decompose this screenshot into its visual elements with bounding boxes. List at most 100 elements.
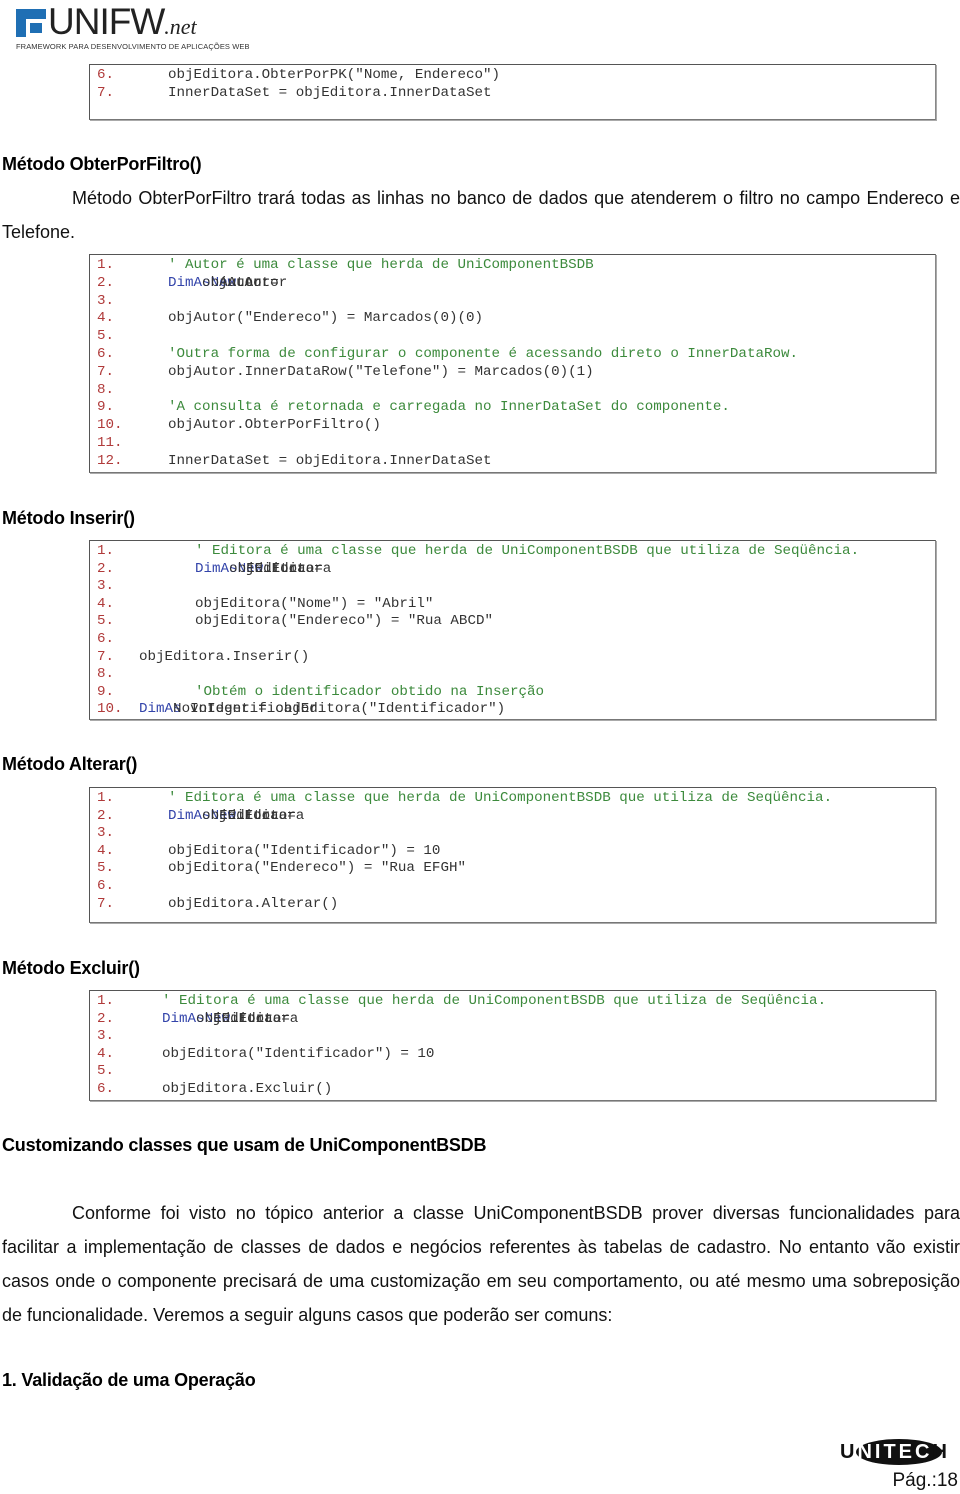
code-line: 10. objAutor.ObterPorFiltro() <box>90 416 935 434</box>
code-line: 5. <box>90 1062 935 1080</box>
code-line: 10. Dim NovoIdentificador As Integer = ob… <box>90 700 935 718</box>
code-text: 'Outra forma de configurar o componente … <box>168 345 798 363</box>
code-token: Editora <box>263 560 332 577</box>
code-token: objAutor.InnerDataRow("Telefone") = Marc… <box>168 363 594 380</box>
code-comment: 'Outra forma de configurar o componente … <box>168 346 799 362</box>
code-line: 6. <box>90 877 935 895</box>
code-text: ' Editora é uma classe que herda de UniC… <box>195 542 859 560</box>
code-token: objEditora.Excluir() <box>162 1081 333 1097</box>
code-line: 12. InnerDataSet = objEditora.InnerDataSe… <box>90 452 935 470</box>
code-token: objEditora("Endereco") = "Rua ABCD" <box>195 613 493 630</box>
obterporfiltro-description: Método ObterPorFiltro trará todas as lin… <box>2 181 960 249</box>
code-line: 3. <box>90 577 935 595</box>
line-number: 4. <box>97 1045 115 1062</box>
code-text: ' Editora é uma classe que herda de UniC… <box>162 992 826 1010</box>
line-number: 2. <box>97 560 115 577</box>
code-line: 5. <box>90 327 935 345</box>
code-text: ' Editora é uma classe que herda de UniC… <box>168 789 832 807</box>
heading-obterporfiltro: Método ObterPorFiltro() <box>2 154 202 174</box>
code-line: 3. <box>90 824 935 842</box>
code-text: Dim objEditora As Editora = New Editora <box>168 807 304 825</box>
logo-tagline: FRAMEWORK PARA DESENVOLVIMENTO DE APLICA… <box>16 42 250 51</box>
line-number: 10. <box>97 417 123 434</box>
code-keyword: Dim <box>168 807 194 824</box>
code-text: 'A consulta é retornada e carregada no I… <box>168 398 730 416</box>
code-comment: 'Obtém o identificador obtido na Inserçã… <box>195 683 545 700</box>
code-text: Dim NovoIdentificador As Integer = objEd… <box>139 700 505 718</box>
code-text: Dim objEditora As Editora = New Editora <box>162 1010 298 1028</box>
line-number: 6. <box>97 878 115 894</box>
code-block-excluir: 1. ' Editora é uma classe que herda de Un… <box>89 990 936 1101</box>
code-token: InnerDataSet = objEditora.InnerDataSet <box>168 452 492 469</box>
code-comment: 'A consulta é retornada e carregada no I… <box>168 399 730 416</box>
unitech-logo: UNITECH <box>838 1437 960 1467</box>
code-line: 11. <box>90 434 935 452</box>
code-comment: ' Editora é uma classe que herda de UniC… <box>195 543 860 559</box>
code-keyword: Dim <box>139 701 165 718</box>
code-line: 5. objEditora("Endereco") = "Rua ABCD" <box>90 612 935 630</box>
code-token: Editora <box>230 1010 299 1027</box>
code-line: 7. InnerDataSet = objEditora.InnerDataSet <box>90 84 935 102</box>
line-number: 4. <box>97 842 115 859</box>
code-keyword: Dim <box>162 1010 188 1027</box>
unifw-logo-mark-icon <box>16 9 46 37</box>
line-number: 5. <box>97 1063 115 1080</box>
line-number: 1. <box>97 257 115 273</box>
code-line: 2. Dim objEditora As Editora = New Editor… <box>90 560 935 578</box>
code-line: 5. objEditora("Endereco") = "Rua EFGH" <box>90 859 935 877</box>
code-line: 1. ' Editora é uma classe que herda de Un… <box>90 789 935 807</box>
paragraph-text: Conforme foi visto no tópico anterior a … <box>2 1203 960 1325</box>
code-line: 9. 'A consulta é retornada e carregada no… <box>90 398 935 416</box>
code-token: objEditora.ObterPorPK("Nome, Endereco") <box>168 67 501 83</box>
code-token: objEditora.Inserir() <box>139 648 310 665</box>
line-number: 7. <box>97 84 115 101</box>
page-number: Pág.:18 <box>892 1470 959 1491</box>
code-token: Autor <box>236 274 288 291</box>
heading-validacao: 1. Validação de uma Operação <box>2 1370 256 1390</box>
code-text: ' Autor é uma classe que herda de UniCom… <box>168 256 594 274</box>
code-token: objAutor("Endereco") = Marcados(0)(0) <box>168 310 484 327</box>
code-line: 3. <box>90 292 935 310</box>
code-line: 4. objAutor("Endereco") = Marcados(0)(0) <box>90 309 935 327</box>
code-line: 2. Dim objEditora As Editora = New Editor… <box>90 807 935 825</box>
customizando-paragraph: Conforme foi visto no tópico anterior a … <box>2 1196 960 1332</box>
code-line: 7. objEditora.Inserir() <box>90 648 935 666</box>
line-number: 2. <box>97 1010 115 1027</box>
code-line: 4. objEditora("Nome") = "Abril" <box>90 595 935 613</box>
line-number: 6. <box>97 1081 115 1097</box>
logo-word: UNIFW <box>48 1 165 42</box>
code-line: 1. ' Autor é uma classe que herda de UniC… <box>90 256 935 274</box>
line-number: 1. <box>97 993 115 1009</box>
code-token: InnerDataSet = objEditora.InnerDataSet <box>168 84 492 101</box>
line-number: 5. <box>97 860 115 877</box>
line-number: 3. <box>97 292 115 309</box>
code-token: objEditora("Endereco") = "Rua EFGH" <box>168 860 466 877</box>
logo-wordmark: UNIFW.net <box>48 2 197 47</box>
line-number: 7. <box>97 363 115 380</box>
line-number: 9. <box>97 683 115 700</box>
description-text: Método ObterPorFiltro trará todas as lin… <box>2 188 960 242</box>
line-number: 7. <box>97 895 115 912</box>
line-number: 4. <box>97 595 115 612</box>
unitech-logo-text: UNITECH <box>840 1441 950 1463</box>
code-keyword: Dim <box>195 560 221 577</box>
code-token: objEditora("Identificador") = 10 <box>162 1045 435 1062</box>
code-line: 9. 'Obtém o identificador obtido na Inser… <box>90 683 935 701</box>
code-line: 4. objEditora("Identificador") = 10 <box>90 1045 935 1063</box>
heading-customizando: Customizando classes que usam de UniComp… <box>2 1135 487 1155</box>
code-line: 6. objEditora.ObterPorPK("Nome, Endereco"… <box>90 66 935 84</box>
code-text: Dim objAutor As Autor = New Autor <box>168 274 287 292</box>
line-number: 6. <box>97 346 115 362</box>
code-line: 6. objEditora.Excluir() <box>90 1080 935 1098</box>
code-text: 'Obtém o identificador obtido na Inserçã… <box>195 683 544 701</box>
code-line: 1. ' Editora é uma classe que herda de Un… <box>90 542 935 560</box>
code-comment: ' Autor é uma classe que herda de UniCom… <box>168 257 594 273</box>
code-token: Integer = objEditora("Identificador") <box>181 701 506 718</box>
code-token: objAutor.ObterPorFiltro() <box>168 417 381 434</box>
code-line: 7. objEditora.Alterar() <box>90 895 935 913</box>
code-text: Dim objEditora As Editora = New Editora <box>195 560 331 578</box>
code-line: 8. <box>90 665 935 683</box>
line-number: 8. <box>97 381 115 398</box>
line-number: 12. <box>97 452 123 469</box>
code-block-inserir: 1. ' Editora é uma classe que herda de Un… <box>89 540 936 720</box>
